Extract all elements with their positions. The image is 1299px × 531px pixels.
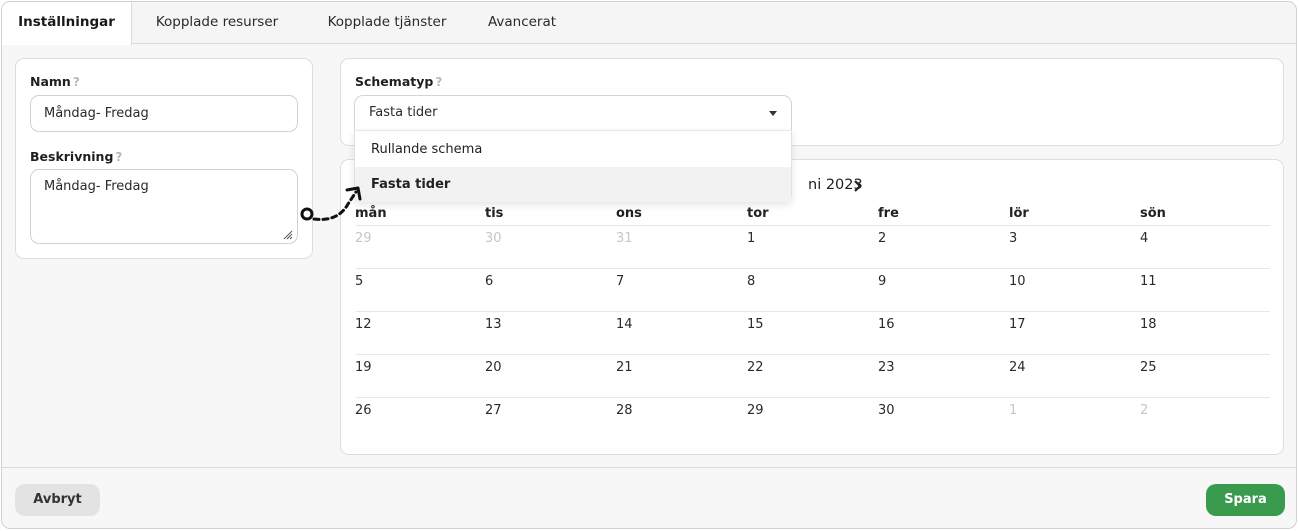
weekday-header: tor	[747, 206, 769, 221]
calendar-day[interactable]: 26	[355, 403, 372, 418]
calendar-day[interactable]: 5	[355, 274, 363, 289]
row-divider	[356, 225, 1270, 226]
option-rullande-schema[interactable]: Rullande schema	[355, 132, 791, 167]
calendar-day[interactable]: 17	[1009, 317, 1026, 332]
save-button[interactable]: Spara	[1206, 484, 1285, 516]
description-textarea[interactable]: Måndag- Fredag	[30, 169, 298, 244]
calendar-day[interactable]: 10	[1009, 274, 1026, 289]
weekday-header: ons	[616, 206, 642, 221]
calendar-day[interactable]: 23	[878, 360, 895, 375]
tab-kopplade-tjanster[interactable]: Kopplade tjänster	[307, 2, 467, 44]
calendar-day[interactable]: 11	[1140, 274, 1157, 289]
calendar-day[interactable]: 20	[485, 360, 502, 375]
calendar-day[interactable]: 12	[355, 317, 372, 332]
calendar-day[interactable]: 30	[485, 231, 502, 246]
calendar-day[interactable]: 14	[616, 317, 633, 332]
cancel-button[interactable]: Avbryt	[15, 484, 100, 516]
calendar-day[interactable]: 1	[1009, 403, 1017, 418]
weekday-header: tis	[485, 206, 504, 221]
settings-panel: Inställningar Kopplade resurser Kopplade…	[1, 1, 1297, 529]
dropdown-caret-icon	[769, 111, 777, 116]
calendar-day[interactable]: 19	[355, 360, 372, 375]
name-label-text: Namn	[30, 74, 71, 89]
schedule-type-menu: Rullande schema Fasta tider	[354, 130, 792, 202]
option-fasta-tider[interactable]: Fasta tider	[355, 167, 791, 202]
calendar-day[interactable]: 29	[355, 231, 372, 246]
row-divider	[356, 354, 1270, 355]
calendar-day[interactable]: 2	[878, 231, 886, 246]
calendar-day[interactable]: 21	[616, 360, 633, 375]
calendar-day[interactable]: 24	[1009, 360, 1026, 375]
description-text: Måndag- Fredag	[44, 179, 149, 194]
calendar-day[interactable]: 9	[878, 274, 886, 289]
annotation-arrow-icon	[300, 186, 362, 221]
schedule-type-value: Fasta tider	[369, 105, 438, 120]
tab-installningar[interactable]: Inställningar	[2, 2, 132, 45]
calendar-day[interactable]: 30	[878, 403, 895, 418]
name-label: Namn?	[30, 74, 80, 89]
calendar-day[interactable]: 7	[616, 274, 624, 289]
help-icon[interactable]: ?	[73, 75, 80, 89]
calendar-day[interactable]: 18	[1140, 317, 1157, 332]
help-icon[interactable]: ?	[435, 75, 442, 89]
calendar-day[interactable]: 29	[747, 403, 764, 418]
calendar-day[interactable]: 15	[747, 317, 764, 332]
row-divider	[356, 397, 1270, 398]
calendar-day[interactable]: 3	[1009, 231, 1017, 246]
tab-avancerat[interactable]: Avancerat	[472, 2, 572, 44]
calendar-day[interactable]: 16	[878, 317, 895, 332]
calendar-day[interactable]: 1	[747, 231, 755, 246]
calendar-day[interactable]: 6	[485, 274, 493, 289]
weekday-header: lör	[1009, 206, 1029, 221]
footer-divider	[2, 467, 1296, 468]
row-divider	[356, 311, 1270, 312]
tab-kopplade-resurser[interactable]: Kopplade resurser	[142, 2, 292, 44]
calendar-day[interactable]: 22	[747, 360, 764, 375]
resize-handle-icon[interactable]	[283, 230, 293, 240]
name-input[interactable]: Måndag- Fredag	[30, 95, 298, 132]
calendar-day[interactable]: 31	[616, 231, 633, 246]
calendar-day[interactable]: 25	[1140, 360, 1157, 375]
schedule-type-label: Schematyp?	[355, 74, 442, 89]
calendar-day[interactable]: 27	[485, 403, 502, 418]
calendar-day[interactable]: 8	[747, 274, 755, 289]
row-divider	[356, 268, 1270, 269]
calendar-day[interactable]: 28	[616, 403, 633, 418]
schedule-type-label-text: Schematyp	[355, 74, 434, 89]
calendar-day[interactable]: 4	[1140, 231, 1148, 246]
description-label: Beskrivning?	[30, 149, 122, 164]
calendar-day[interactable]: 13	[485, 317, 502, 332]
weekday-header: fre	[878, 206, 899, 221]
chevron-right-icon[interactable]	[853, 179, 863, 193]
tab-bar: Inställningar Kopplade resurser Kopplade…	[2, 2, 1296, 45]
description-label-text: Beskrivning	[30, 149, 114, 164]
help-icon[interactable]: ?	[115, 150, 122, 164]
calendar-day[interactable]: 2	[1140, 403, 1148, 418]
schedule-type-select[interactable]: Fasta tider	[354, 95, 792, 130]
weekday-header: sön	[1140, 206, 1166, 221]
